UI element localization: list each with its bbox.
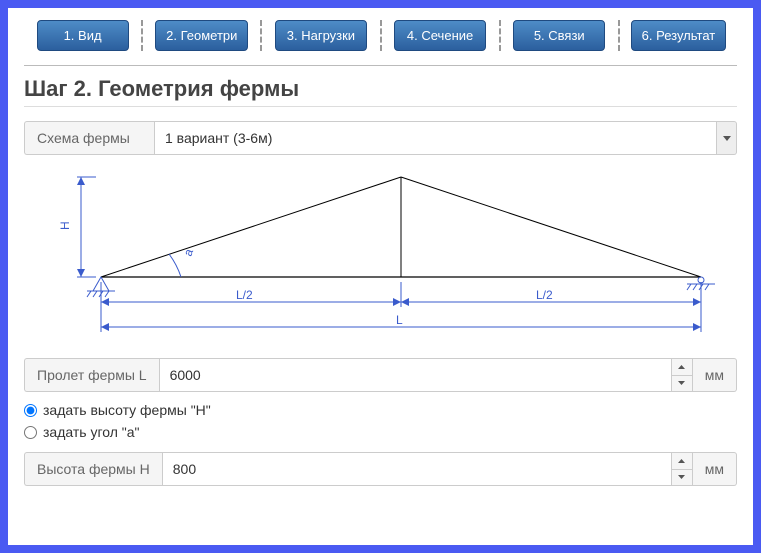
dim-l-label: L	[396, 313, 403, 327]
tab-bracing[interactable]: 5. Связи	[513, 20, 605, 51]
chevron-down-icon[interactable]	[672, 470, 692, 486]
radio-set-angle[interactable]	[24, 426, 37, 439]
dim-h-label: H	[58, 221, 72, 230]
dim-l2-left-label: L/2	[236, 288, 253, 302]
step-tabs: 1. Вид 2. Геометри 3. Нагрузки 4. Сечени…	[24, 20, 737, 66]
tab-result[interactable]: 6. Результат	[631, 20, 727, 51]
height-row: Высота фермы H мм	[24, 452, 737, 486]
span-unit: мм	[693, 358, 737, 392]
chevron-up-icon[interactable]	[672, 359, 692, 376]
tab-view[interactable]: 1. Вид	[37, 20, 129, 51]
schema-label: Схема фермы	[24, 121, 154, 155]
chevron-up-icon[interactable]	[672, 453, 692, 470]
span-row: Пролет фермы L мм	[24, 358, 737, 392]
height-stepper[interactable]	[671, 452, 693, 486]
page-title: Шаг 2. Геометрия фермы	[24, 76, 737, 107]
radio-set-angle-label[interactable]: задать угол "a"	[43, 424, 140, 440]
tab-section[interactable]: 4. Сечение	[394, 20, 486, 51]
span-input[interactable]	[159, 358, 671, 392]
height-label: Высота фермы H	[24, 452, 162, 486]
dim-l2-right-label: L/2	[536, 288, 553, 302]
height-unit: мм	[693, 452, 737, 486]
schema-select[interactable]: 1 вариант (3-6м)	[154, 121, 717, 155]
radio-set-height-label[interactable]: задать высоту фермы "H"	[43, 402, 211, 418]
chevron-down-icon[interactable]	[717, 121, 737, 155]
span-stepper[interactable]	[671, 358, 693, 392]
schema-row: Схема фермы 1 вариант (3-6м)	[24, 121, 737, 155]
tab-loads[interactable]: 3. Нагрузки	[275, 20, 367, 51]
tab-geometry[interactable]: 2. Геометри	[155, 20, 248, 51]
radio-set-height[interactable]	[24, 404, 37, 417]
chevron-down-icon[interactable]	[672, 376, 692, 392]
height-input[interactable]	[162, 452, 671, 486]
span-label: Пролет фермы L	[24, 358, 159, 392]
truss-diagram: H a L/2 L/2 L	[24, 167, 737, 342]
